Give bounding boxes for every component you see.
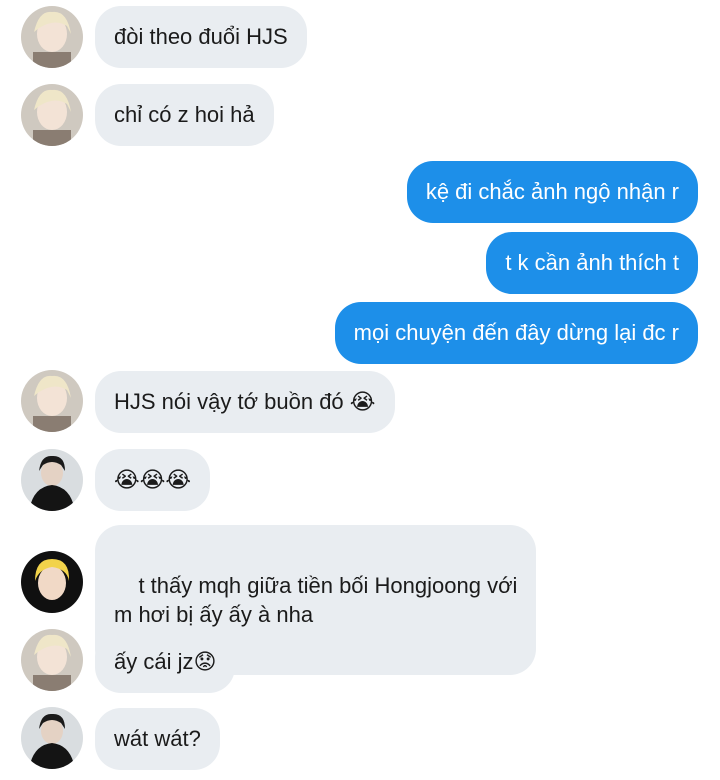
- avatar[interactable]: [21, 84, 83, 146]
- message-bubble[interactable]: wát wát?: [95, 708, 220, 770]
- message-bubble-outgoing[interactable]: kệ đi chắc ảnh ngộ nhận r: [406, 161, 698, 223]
- avatar[interactable]: [21, 6, 83, 68]
- message-text: ấy cái jz: [114, 649, 194, 674]
- message-bubble-outgoing[interactable]: t k cần ảnh thích t: [486, 232, 698, 294]
- message-bubble[interactable]: đòi theo đuổi HJS: [95, 6, 307, 68]
- worried-emoji-icon: 😟: [193, 649, 217, 674]
- crying-emoji-icon: 😭: [349, 389, 376, 414]
- crying-emoji-icon: 😭😭😭: [114, 467, 192, 492]
- message-text: t k cần ảnh thích t: [505, 250, 679, 275]
- avatar[interactable]: [21, 629, 83, 691]
- message-text: kệ đi chắc ảnh ngộ nhận r: [425, 179, 679, 204]
- message-text: đòi theo đuổi HJS: [114, 24, 288, 49]
- message-text: t thấy mqh giữa tiền bối Hongjoong với m…: [114, 573, 518, 627]
- message-bubble[interactable]: HJS nói vậy tớ buồn đó 😭: [95, 371, 395, 433]
- message-text: chỉ có z hoi hả: [114, 102, 255, 127]
- avatar[interactable]: [21, 707, 83, 769]
- message-bubble[interactable]: chỉ có z hoi hả: [95, 84, 274, 146]
- avatar[interactable]: [21, 370, 83, 432]
- avatar[interactable]: [21, 551, 83, 613]
- message-text: wát wát?: [114, 726, 201, 751]
- avatar[interactable]: [21, 449, 83, 511]
- message-text: HJS nói vậy tớ buồn đó: [114, 389, 350, 414]
- message-text: mọi chuyện đến đây dừng lại đc r: [353, 320, 679, 345]
- message-bubble[interactable]: 😭😭😭: [95, 449, 211, 511]
- message-bubble-outgoing[interactable]: mọi chuyện đến đây dừng lại đc r: [334, 302, 698, 364]
- message-bubble[interactable]: ấy cái jz😟: [95, 631, 236, 693]
